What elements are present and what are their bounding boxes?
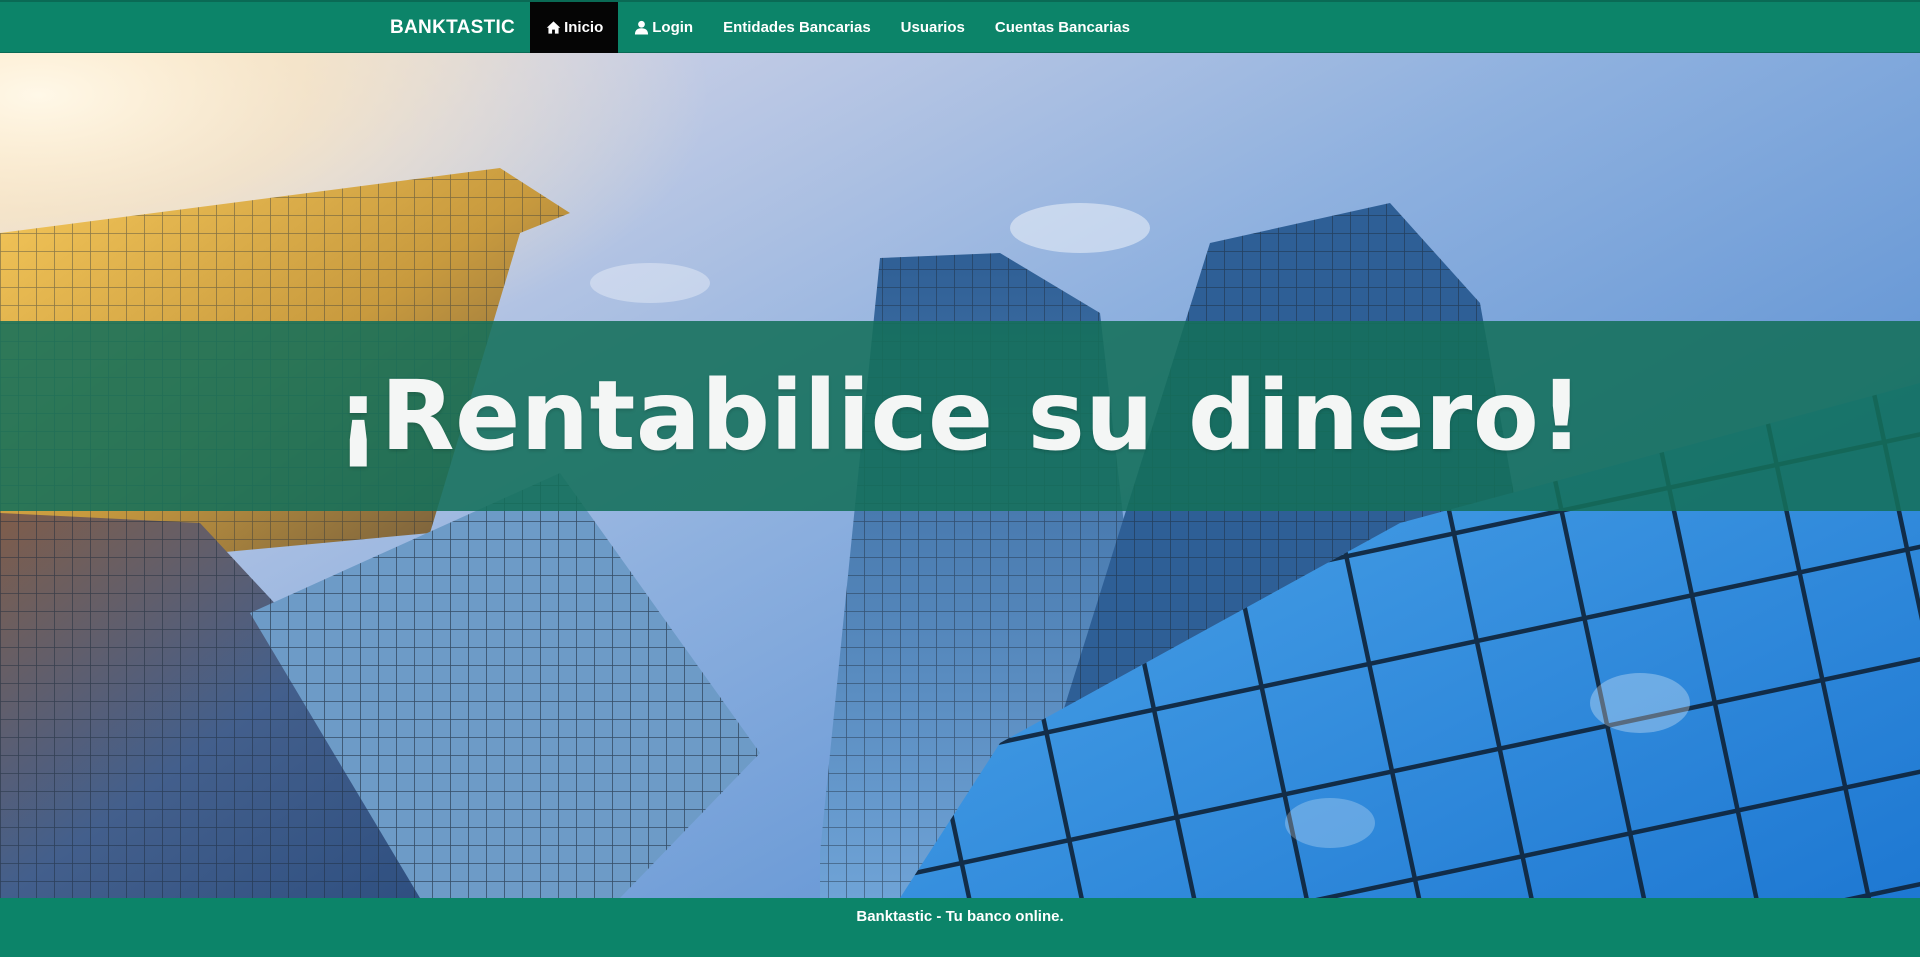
nav-item-entidades-bancarias[interactable]: Entidades Bancarias	[708, 2, 886, 53]
brand-link[interactable]: BANKTASTIC	[375, 2, 530, 53]
nav-item-label: Login	[652, 19, 694, 36]
nav-item-inicio[interactable]: Inicio	[530, 2, 619, 53]
home-icon	[545, 20, 561, 36]
nav-item-usuarios[interactable]: Usuarios	[886, 2, 980, 53]
footer-text: Banktastic - Tu banco online.	[856, 908, 1064, 925]
user-icon	[633, 20, 649, 36]
navbar: BANKTASTIC Inicio Login Entidades Bancar…	[0, 0, 1920, 53]
nav-item-cuentas-bancarias[interactable]: Cuentas Bancarias	[980, 2, 1145, 53]
nav-container: BANKTASTIC Inicio Login Entidades Bancar…	[375, 2, 1145, 53]
hero-banner: ¡Rentabilice su dinero!	[0, 321, 1920, 511]
footer: Banktastic - Tu banco online.	[0, 898, 1920, 957]
nav-item-label: Inicio	[564, 19, 604, 36]
hero-title: ¡Rentabilice su dinero!	[336, 360, 1584, 472]
nav-item-login[interactable]: Login	[618, 2, 708, 53]
hero-section: ¡Rentabilice su dinero!	[0, 53, 1920, 898]
